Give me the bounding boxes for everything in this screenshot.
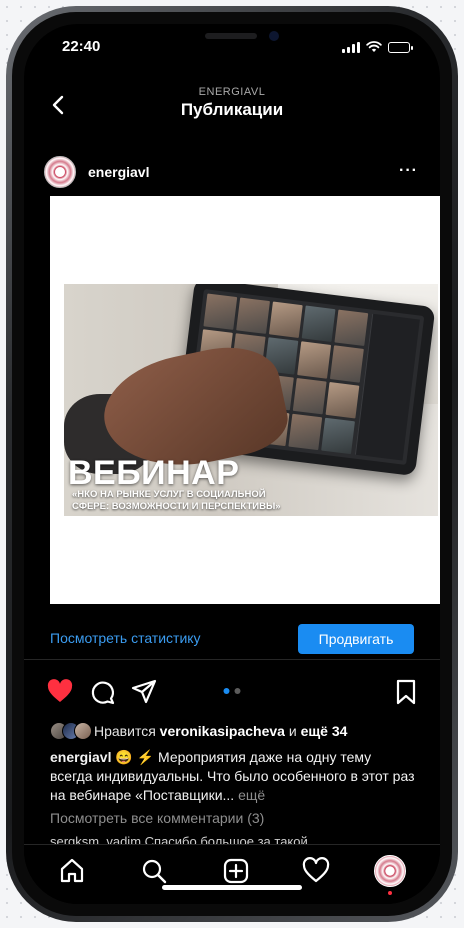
status-icons — [342, 41, 413, 53]
insights-bar: Посмотреть статистику Продвигать — [24, 616, 440, 660]
likes-others[interactable]: ещё 34 — [301, 723, 348, 739]
post-header: energiavl ··· — [24, 148, 440, 192]
banner-subtitle-line1: «НКО на рынке услуг в социальной — [72, 489, 266, 501]
notch — [147, 24, 317, 54]
caption-author[interactable]: energiavl — [50, 749, 111, 765]
comment-icon[interactable] — [88, 678, 116, 706]
webinar-photo: ВЕБИНАР «НКО на рынке услуг в социальной… — [64, 284, 438, 516]
bookmark-icon[interactable] — [392, 678, 420, 706]
cellular-signal-icon — [342, 41, 360, 53]
phone-bezel: 22:40 ENERGIAVL Публикации energiavl ···… — [12, 12, 452, 916]
search-icon[interactable] — [140, 857, 168, 885]
carousel-dot — [234, 688, 241, 694]
send-icon[interactable] — [130, 678, 158, 706]
caption-more-link[interactable]: ещё — [238, 787, 265, 803]
post-image[interactable]: ВЕБИНАР «НКО на рынке услуг в социальной… — [50, 196, 440, 604]
top-nav: ENERGIAVL Публикации — [24, 80, 440, 128]
status-time: 22:40 — [62, 38, 101, 55]
webinar-banner: ВЕБИНАР «НКО на рынке услуг в социальной… — [64, 454, 324, 516]
wifi-icon — [366, 41, 382, 52]
banner-subtitle-line2: сфере: возможности и перспективы» — [72, 500, 281, 512]
likes-user[interactable]: veronikasipacheva — [160, 723, 285, 739]
front-camera — [269, 31, 279, 41]
banner-subtitle: «НКО на рынке услуг в социальной сфере: … — [72, 489, 372, 512]
bottom-tab-bar — [24, 844, 440, 904]
app-screen: 22:40 ENERGIAVL Публикации energiavl ···… — [24, 24, 440, 904]
comment-preview: sergksm_vadim Спасибо большое за такой — [50, 834, 308, 844]
view-insights-link[interactable]: Посмотреть статистику — [50, 630, 201, 646]
home-indicator[interactable] — [162, 885, 302, 890]
page-title: Публикации — [180, 100, 284, 119]
banner-headline: ВЕБИНАР — [68, 454, 240, 492]
profile-icon[interactable] — [374, 855, 406, 887]
nav-account-name: ENERGIAVL — [198, 86, 266, 98]
promote-button[interactable]: Продвигать — [298, 624, 414, 654]
likes-connector: и — [288, 723, 297, 739]
notification-dot — [388, 891, 392, 895]
battery-icon — [388, 41, 413, 53]
liker-avatars — [50, 722, 92, 740]
chevron-left-icon[interactable] — [48, 94, 70, 116]
phone-frame: 22:40 ENERGIAVL Публикации energiavl ···… — [6, 6, 458, 922]
post-actions — [24, 676, 440, 712]
carousel-indicator — [223, 688, 241, 694]
heart-icon[interactable] — [302, 857, 330, 885]
likes-summary[interactable]: Нравится veronikasipacheva и ещё 34 — [50, 720, 420, 742]
heart-filled-icon[interactable] — [46, 678, 74, 706]
add-post-icon[interactable] — [222, 857, 250, 885]
likes-prefix: Нравится — [94, 723, 156, 739]
avatar[interactable] — [44, 156, 76, 188]
liker-avatar — [74, 722, 92, 740]
view-all-comments-link[interactable]: Посмотреть все комментарии (3) — [50, 810, 264, 826]
home-icon[interactable] — [58, 857, 86, 885]
post-username[interactable]: energiavl — [88, 164, 149, 180]
carousel-dot-active — [223, 688, 230, 694]
speaker-grille — [205, 33, 257, 39]
more-options-icon[interactable]: ··· — [399, 162, 418, 180]
post-caption: energiavl 😄 ⚡ Мероприятия даже на одну т… — [50, 748, 416, 805]
